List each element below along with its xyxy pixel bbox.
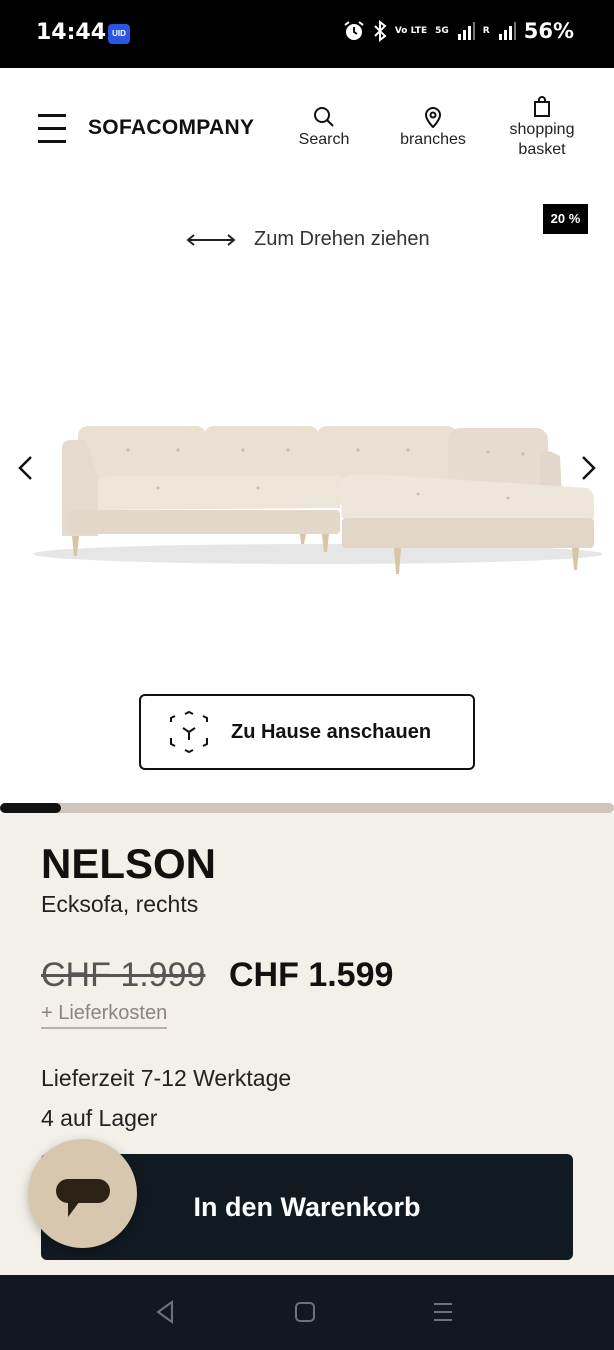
basket-label-line1: shopping — [509, 121, 575, 138]
chat-icon — [56, 1179, 110, 1217]
5g-indicator: 5G — [435, 25, 449, 36]
chat-button[interactable] — [28, 1139, 137, 1248]
signal-icon-2 — [498, 22, 516, 40]
shopping-bag-icon — [534, 96, 550, 117]
location-pin-icon — [424, 107, 442, 128]
old-price: CHF 1.999 — [41, 956, 206, 994]
shipping-costs-link[interactable]: + Lieferkosten — [41, 1002, 168, 1029]
menu-icon[interactable] — [38, 114, 66, 144]
status-time: 14:44 — [36, 20, 107, 45]
rotate-hint: Zum Drehen ziehen — [186, 228, 430, 251]
recents-icon[interactable] — [432, 1300, 454, 1324]
volte-indicator: Vo LTE — [394, 25, 428, 36]
ar-cube-icon — [170, 710, 208, 754]
stock-status: 4 auf Lager — [41, 1105, 158, 1131]
battery-percent: 56% — [523, 19, 574, 43]
rotate-hint-text: Zum Drehen ziehen — [254, 228, 430, 250]
site-header: SOFACOMPANY Search branches shopping bas… — [0, 68, 614, 188]
search-button[interactable]: Search — [290, 106, 358, 150]
sofa-image[interactable] — [28, 418, 602, 582]
status-bar: 14:44 UID Vo LTE 5G R 56% — [0, 0, 614, 68]
view-at-home-label: Zu Hause anschauen — [231, 720, 432, 743]
home-icon[interactable] — [294, 1300, 316, 1324]
branches-button[interactable]: branches — [393, 106, 473, 150]
discount-badge: 20 % — [543, 204, 588, 234]
product-name: NELSON — [41, 840, 217, 887]
bluetooth-icon — [374, 20, 387, 42]
back-icon[interactable] — [154, 1300, 176, 1324]
sale-price: CHF 1.599 — [229, 956, 394, 994]
shopping-basket-button[interactable]: shopping basket — [500, 96, 584, 160]
roaming-indicator: R — [482, 25, 490, 36]
double-arrow-icon — [186, 233, 236, 246]
system-nav-bar — [0, 1275, 614, 1350]
status-icons: Vo LTE 5G R 56% — [343, 19, 574, 43]
brand-logo[interactable]: SOFACOMPANY — [88, 116, 254, 140]
delivery-time: Lieferzeit 7-12 Werktage — [41, 1065, 292, 1091]
gallery-progress-bar — [0, 803, 614, 813]
gallery-progress-fill — [0, 803, 62, 813]
signal-icon — [457, 22, 475, 40]
search-icon — [314, 107, 334, 127]
view-at-home-button[interactable]: Zu Hause anschauen — [139, 694, 475, 770]
alarm-icon — [344, 21, 364, 40]
search-label: Search — [298, 131, 350, 148]
product-subtitle: Ecksofa, rechts — [41, 891, 199, 917]
branches-label: branches — [400, 131, 466, 148]
basket-label-line2: basket — [518, 141, 566, 158]
uid-app-icon: UID — [108, 24, 130, 44]
